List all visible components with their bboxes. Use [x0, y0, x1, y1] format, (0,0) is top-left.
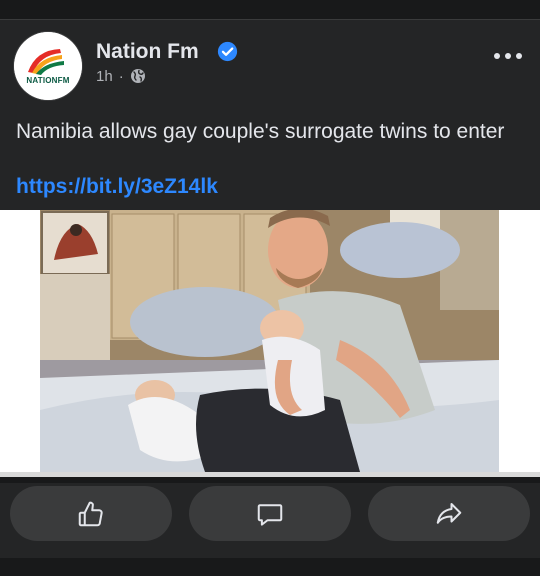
share-arrow-icon: [436, 502, 462, 524]
post-photo[interactable]: [40, 210, 499, 472]
post-card: NATIONFM Nation Fm 1h · Namibia allows g…: [0, 19, 540, 558]
section-divider: [0, 477, 540, 483]
meta-separator: ·: [118, 67, 124, 85]
post-meta: 1h ·: [96, 67, 146, 85]
more-options-button[interactable]: [494, 51, 522, 61]
post-message: Namibia allows gay couple's surrogate tw…: [16, 120, 505, 143]
post-media[interactable]: [0, 210, 540, 477]
comment-button[interactable]: [189, 486, 351, 541]
more-dot: [505, 53, 511, 59]
avatar-logo-text: NATIONFM: [26, 76, 70, 85]
globe-icon[interactable]: [130, 68, 146, 84]
comment-bubble-icon: [257, 503, 283, 526]
like-button[interactable]: [10, 486, 172, 541]
post-link[interactable]: https://bit.ly/3eZ14lk: [16, 175, 218, 199]
thumbs-up-icon: [78, 501, 103, 526]
share-button[interactable]: [368, 486, 530, 541]
more-dot: [494, 53, 500, 59]
photo-illustration: [40, 210, 499, 472]
page-avatar[interactable]: NATIONFM: [14, 32, 82, 100]
verified-badge-icon: [217, 41, 238, 62]
post-timestamp[interactable]: 1h: [96, 68, 113, 85]
action-bar: [0, 486, 540, 546]
more-dot: [516, 53, 522, 59]
nationfm-logo: [14, 32, 82, 100]
page-name-link[interactable]: Nation Fm: [96, 40, 199, 64]
